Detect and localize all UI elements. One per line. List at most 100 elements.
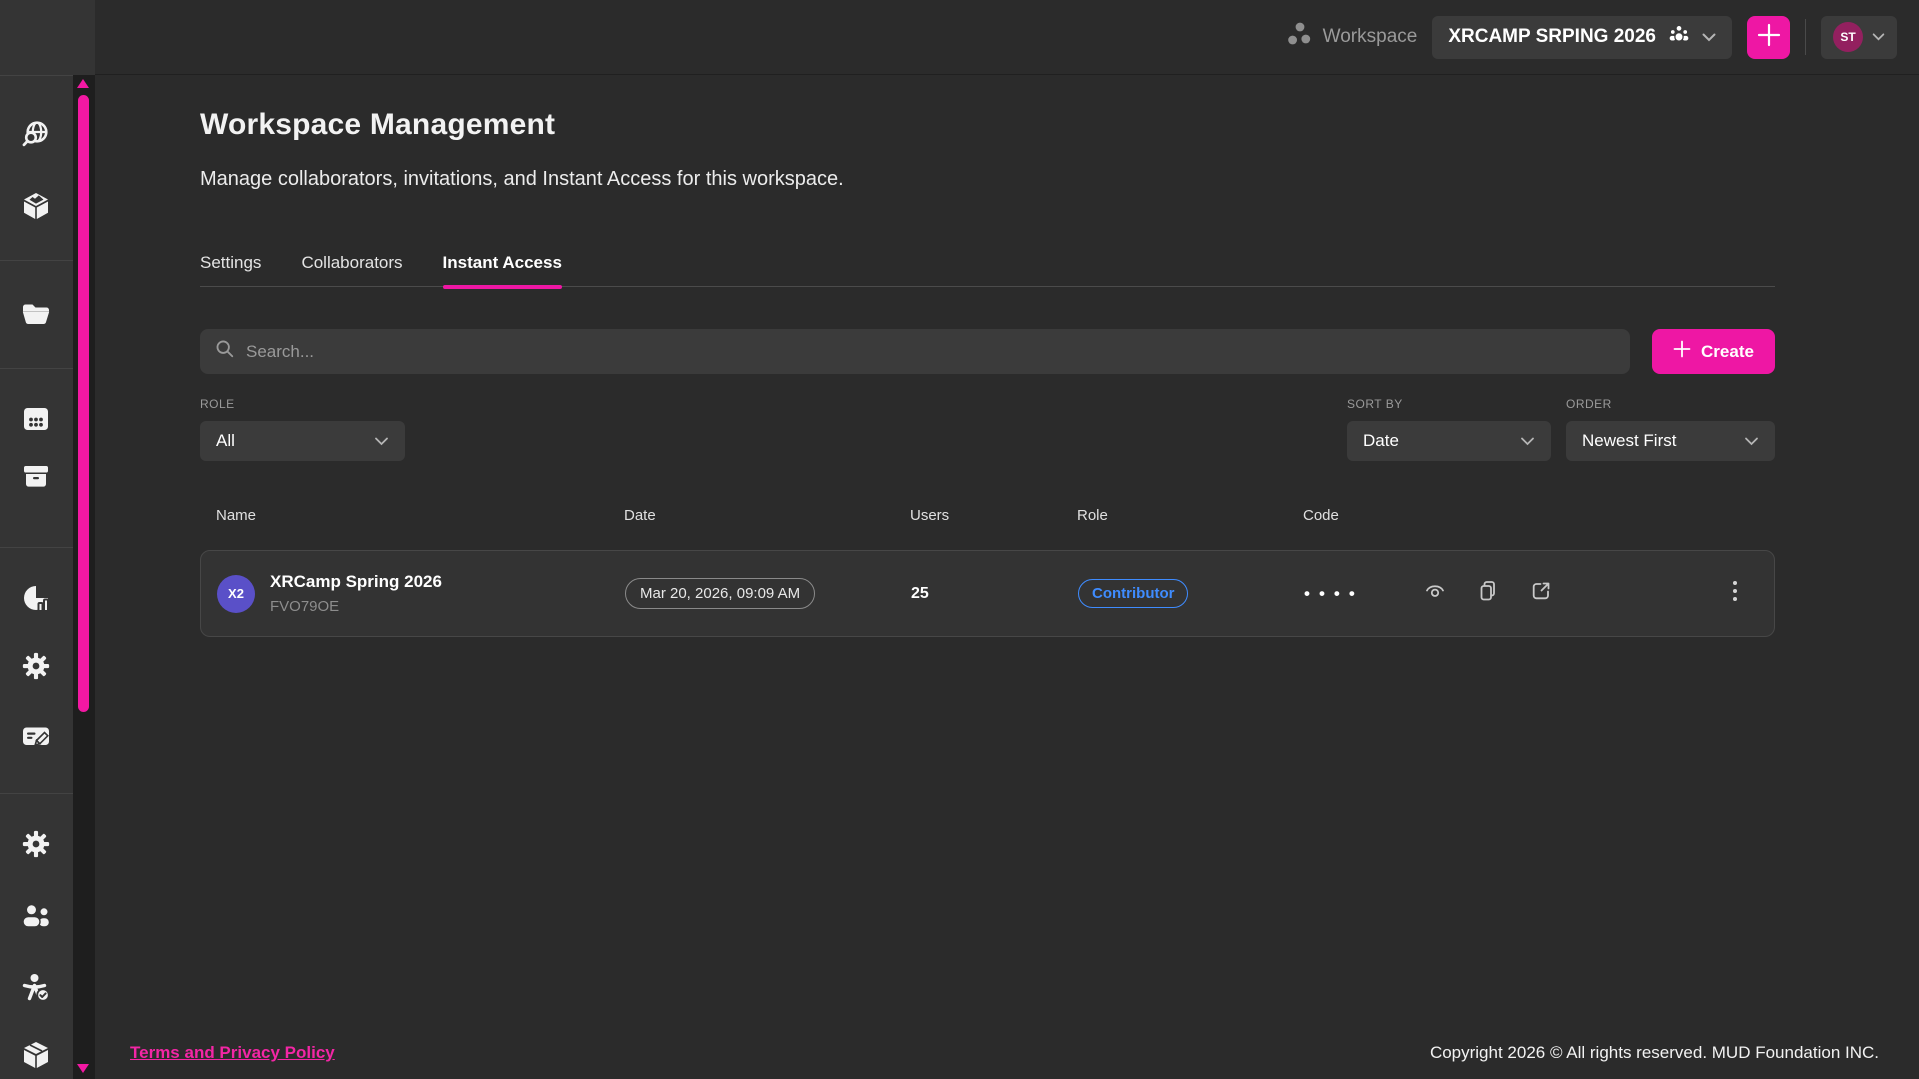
column-header-users: Users — [910, 507, 1077, 524]
copy-icon — [1476, 579, 1500, 608]
sidebar-item-instant-access[interactable] — [16, 970, 56, 1010]
workspace-label: Workspace — [1323, 26, 1418, 48]
order-filter-dropdown[interactable]: Newest First — [1566, 421, 1775, 461]
toolbar: Create — [200, 329, 1775, 374]
kebab-menu-icon — [1732, 579, 1738, 608]
divider — [0, 547, 73, 548]
divider — [0, 75, 73, 76]
sidebar-item-registration[interactable] — [16, 718, 56, 758]
row-actions — [1422, 581, 1720, 607]
users-count: 25 — [911, 585, 1078, 603]
create-button[interactable]: Create — [1652, 329, 1775, 374]
user-menu-button[interactable]: ST — [1821, 16, 1897, 59]
sort-filter-label: SORT BY — [1347, 397, 1551, 411]
globe-search-icon — [20, 119, 52, 156]
settings-gear-icon — [21, 829, 51, 864]
role-badge: Contributor — [1078, 579, 1188, 608]
sidebar-item-packages[interactable] — [16, 1037, 56, 1077]
gear-icon — [21, 651, 51, 686]
chevron-down-icon — [1520, 431, 1535, 451]
topbar-divider — [1805, 19, 1806, 55]
sidebar-item-analytics[interactable] — [16, 580, 56, 620]
role-filter-label: ROLE — [200, 397, 405, 411]
row-id: FVO79OE — [270, 598, 442, 615]
search-icon — [215, 339, 235, 364]
workspace-label-group: Workspace — [1284, 19, 1418, 55]
order-filter-label: ORDER — [1566, 397, 1775, 411]
workspace-logo-icon — [1284, 19, 1314, 55]
scrollbar-track — [73, 75, 95, 1079]
search-box — [200, 329, 1630, 374]
row-name: XRCamp Spring 2026 — [270, 572, 442, 592]
role-filter-group: ROLE All — [200, 397, 405, 461]
divider — [0, 793, 73, 794]
column-header-date: Date — [624, 507, 910, 524]
topbar: Workspace XRCAMP SRPING 2026 — [0, 0, 1919, 75]
reveal-code-button[interactable] — [1422, 581, 1448, 607]
footer: Terms and Privacy Policy Copyright 2026 … — [130, 1043, 1879, 1063]
sidebar-item-settings[interactable] — [16, 826, 56, 866]
cube-media-icon — [20, 190, 52, 227]
plus-icon — [1673, 340, 1691, 363]
scrollbar-thumb[interactable] — [78, 95, 89, 712]
scrollbar-up-arrow[interactable] — [77, 79, 89, 88]
tab-bar: Settings Collaborators Instant Access — [200, 253, 1775, 287]
sidebar-item-explore[interactable] — [16, 117, 56, 157]
page-title: Workspace Management — [200, 108, 1775, 142]
row-menu-button[interactable] — [1720, 579, 1750, 609]
plus-icon — [1756, 22, 1782, 53]
add-workspace-button[interactable] — [1747, 16, 1790, 59]
sort-filter-dropdown[interactable]: Date — [1347, 421, 1551, 461]
avatar: ST — [1833, 22, 1863, 52]
archive-box-icon — [20, 460, 52, 497]
page-subtitle: Manage collaborators, invitations, and I… — [200, 168, 1775, 191]
users-icon — [20, 900, 52, 937]
sidebar-item-workspace-settings[interactable] — [16, 648, 56, 688]
sidebar-item-archive[interactable] — [16, 458, 56, 498]
workspace-name: XRCAMP SRPING 2026 — [1448, 26, 1656, 48]
sort-filter-group: SORT BY Date — [1347, 397, 1551, 461]
team-group-icon — [1667, 22, 1691, 52]
scrollbar-down-arrow[interactable] — [77, 1064, 89, 1073]
open-link-button[interactable] — [1528, 581, 1554, 607]
sidebar-item-events[interactable] — [16, 401, 56, 441]
chevron-down-icon — [1744, 431, 1759, 451]
chevron-down-icon — [1702, 26, 1716, 48]
tab-collaborators[interactable]: Collaborators — [301, 253, 402, 286]
sidebar-item-assets[interactable] — [16, 188, 56, 228]
person-check-icon — [20, 972, 52, 1009]
sort-filter-value: Date — [1363, 431, 1399, 451]
role-filter-value: All — [216, 431, 235, 451]
copyright-text: Copyright 2026 © All rights reserved. MU… — [1430, 1043, 1879, 1063]
table-row: X2 XRCamp Spring 2026 FVO79OE Mar 20, 20… — [200, 550, 1775, 637]
row-avatar: X2 — [217, 575, 255, 613]
role-filter-dropdown[interactable]: All — [200, 421, 405, 461]
main-panel: Workspace Management Manage collaborator… — [95, 75, 1919, 1079]
card-edit-icon — [20, 720, 52, 757]
table-header: Name Date Users Role Code — [200, 507, 1775, 524]
workspace-selector[interactable]: XRCAMP SRPING 2026 — [1432, 16, 1732, 59]
column-header-name: Name — [216, 507, 624, 524]
column-header-code: Code — [1303, 507, 1421, 524]
calendar-grid-icon — [20, 403, 52, 440]
date-badge: Mar 20, 2026, 09:09 AM — [625, 578, 815, 609]
analytics-pie-icon — [20, 582, 52, 619]
chevron-down-icon — [1872, 28, 1885, 46]
eye-icon — [1423, 579, 1447, 608]
sidebar-item-projects[interactable] — [16, 296, 56, 336]
copy-code-button[interactable] — [1475, 581, 1501, 607]
create-button-label: Create — [1701, 342, 1754, 362]
external-link-icon — [1529, 579, 1553, 608]
terms-privacy-link[interactable]: Terms and Privacy Policy — [130, 1043, 335, 1063]
sidebar-nav — [0, 0, 73, 1079]
search-input[interactable] — [246, 342, 1615, 362]
filters-row: ROLE All SORT BY Date ORDER — [200, 397, 1775, 461]
order-filter-value: Newest First — [1582, 431, 1676, 451]
masked-code: •••• — [1304, 584, 1422, 604]
tab-instant-access[interactable]: Instant Access — [443, 253, 562, 286]
divider — [0, 368, 73, 369]
order-filter-group: ORDER Newest First — [1566, 397, 1775, 461]
chevron-down-icon — [374, 431, 389, 451]
sidebar-item-collaborators[interactable] — [16, 898, 56, 938]
tab-settings[interactable]: Settings — [200, 253, 261, 286]
